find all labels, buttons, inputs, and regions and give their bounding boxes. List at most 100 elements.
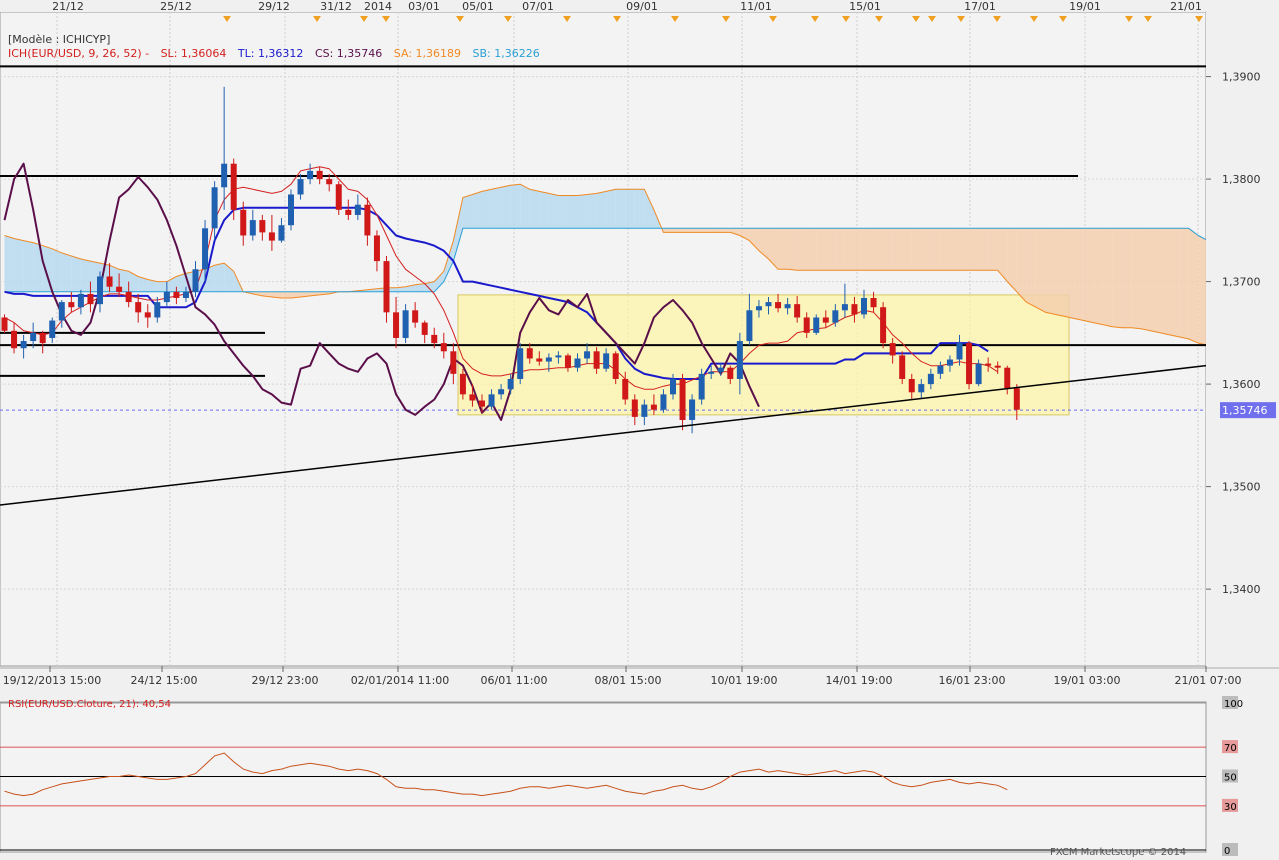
candle-body-13 (125, 291, 132, 303)
rsi-label: RSI(EUR/USD.Cloture, 21): 40,54 (8, 699, 171, 710)
candle-body-42 (402, 310, 409, 338)
cloud-segment-101 (969, 228, 979, 271)
price-tick-2: 1,3700 (1222, 276, 1261, 289)
cloud-segment-57 (548, 193, 559, 229)
candle-body-86 (822, 317, 829, 323)
cloud-segment-120 (1150, 228, 1161, 333)
candle-body-23 (221, 163, 228, 188)
legend-sl: SL: 1,36064 (161, 47, 227, 60)
candle-body-21 (202, 228, 209, 270)
cloud-segment-29 (281, 291, 291, 298)
cloud-segment-49 (472, 191, 482, 229)
candle-body-34 (326, 179, 333, 185)
price-tick-5: 1,3400 (1222, 583, 1261, 596)
cloud-segment-66 (634, 189, 645, 229)
cloud-segment-108 (1035, 228, 1046, 313)
top-date-10: 15/01 (849, 0, 881, 13)
cloud-segment-65 (625, 189, 635, 229)
legend-sa: SA: 1,36189 (394, 47, 461, 60)
candle-body-20 (192, 269, 199, 292)
candle-body-52 (498, 389, 505, 395)
watermark: FXCM Marketscope © 2014 (1050, 847, 1186, 858)
cloud-segment-7 (71, 255, 81, 292)
cloud-segment-111 (1064, 228, 1075, 319)
cloud-segment-124 (1188, 228, 1199, 344)
candle-body-27 (259, 220, 266, 233)
cloud-segment-22 (214, 263, 225, 292)
candle-body-46 (440, 343, 447, 352)
legend-indicator: ICH(EUR/USD, 9, 26, 52) - (8, 47, 149, 60)
cloud-segment-71 (682, 228, 693, 233)
candle-body-80 (765, 302, 772, 307)
cloud-segment-5 (52, 248, 62, 292)
candle-body-69 (660, 394, 667, 410)
candle-body-79 (755, 306, 762, 311)
candle-body-62 (593, 351, 600, 369)
candle-body-70 (670, 378, 676, 395)
cloud-segment-87 (835, 228, 845, 271)
cloud-segment-98 (940, 228, 950, 271)
candle-body-5 (49, 320, 56, 338)
cloud-segment-58 (558, 195, 568, 229)
cloud-segment-55 (529, 189, 540, 229)
legend-cs: CS: 1,35746 (315, 47, 382, 60)
cloud-segment-62 (596, 191, 607, 229)
candle-body-57 (545, 357, 552, 362)
candle-body-84 (803, 317, 810, 333)
rsi-tick-4: 0 (1224, 846, 1230, 857)
top-date-0: 21/12 (52, 0, 84, 13)
candle-body-60 (574, 358, 581, 368)
cloud-segment-113 (1083, 228, 1094, 323)
candle-body-71 (679, 378, 686, 420)
legend-line: ICH(EUR/USD, 9, 26, 52) - SL: 1,36064 TL… (8, 47, 540, 60)
price-axis-bg (1206, 12, 1279, 666)
candle-body-10 (97, 276, 103, 305)
cloud-segment-115 (1102, 228, 1113, 327)
top-date-1: 25/12 (160, 0, 192, 13)
candle-body-22 (211, 187, 218, 229)
candle-body-98 (937, 365, 944, 374)
cloud-segment-122 (1169, 228, 1180, 337)
candle-body-75 (717, 367, 724, 372)
candle-body-77 (736, 341, 743, 379)
cloud-segment-99 (949, 228, 960, 271)
candle-body-73 (698, 373, 705, 400)
candle-body-48 (459, 373, 466, 395)
cloud-segment-123 (1179, 228, 1189, 339)
bottom-date-3: 02/01/2014 11:00 (351, 674, 450, 687)
top-date-2: 29/12 (258, 0, 290, 13)
bottom-date-1: 24/12 15:00 (131, 674, 198, 687)
top-date-5: 03/01 (408, 0, 440, 13)
bottom-date-9: 19/01 03:00 (1054, 674, 1121, 687)
cloud-segment-94 (902, 228, 912, 271)
cloud-segment-91 (873, 228, 884, 271)
candle-body-2 (20, 341, 27, 349)
cloud-segment-70 (673, 228, 683, 233)
cloud-segment-105 (1007, 228, 1017, 292)
candle-body-50 (479, 400, 485, 407)
candle-body-45 (431, 334, 438, 344)
candle-body-74 (708, 371, 715, 374)
candle-body-7 (68, 302, 75, 308)
cloud-segment-63 (606, 189, 616, 229)
price-tick-3: 1,3600 (1222, 378, 1261, 391)
candle-body-39 (373, 235, 380, 262)
candle-body-4 (39, 332, 46, 344)
top-date-3: 31/12 (320, 0, 352, 13)
top-date-8: 09/01 (626, 0, 658, 13)
cloud-segment-116 (1112, 228, 1122, 328)
cloud-segment-50 (482, 189, 492, 229)
candle-body-28 (268, 232, 275, 241)
bottom-date-8: 16/01 23:00 (939, 674, 1006, 687)
candle-body-82 (784, 304, 791, 309)
top-date-13: 21/01 (1170, 0, 1202, 13)
rsi-tick-1: 70 (1224, 743, 1237, 754)
candle-body-38 (364, 204, 371, 236)
cloud-segment-89 (854, 228, 864, 271)
candle-body-92 (880, 307, 887, 344)
candle-body-101 (966, 343, 973, 385)
cloud-segment-117 (1121, 228, 1132, 328)
candle-body-8 (77, 293, 84, 308)
candle-body-95 (908, 378, 915, 393)
candle-body-19 (182, 291, 189, 298)
